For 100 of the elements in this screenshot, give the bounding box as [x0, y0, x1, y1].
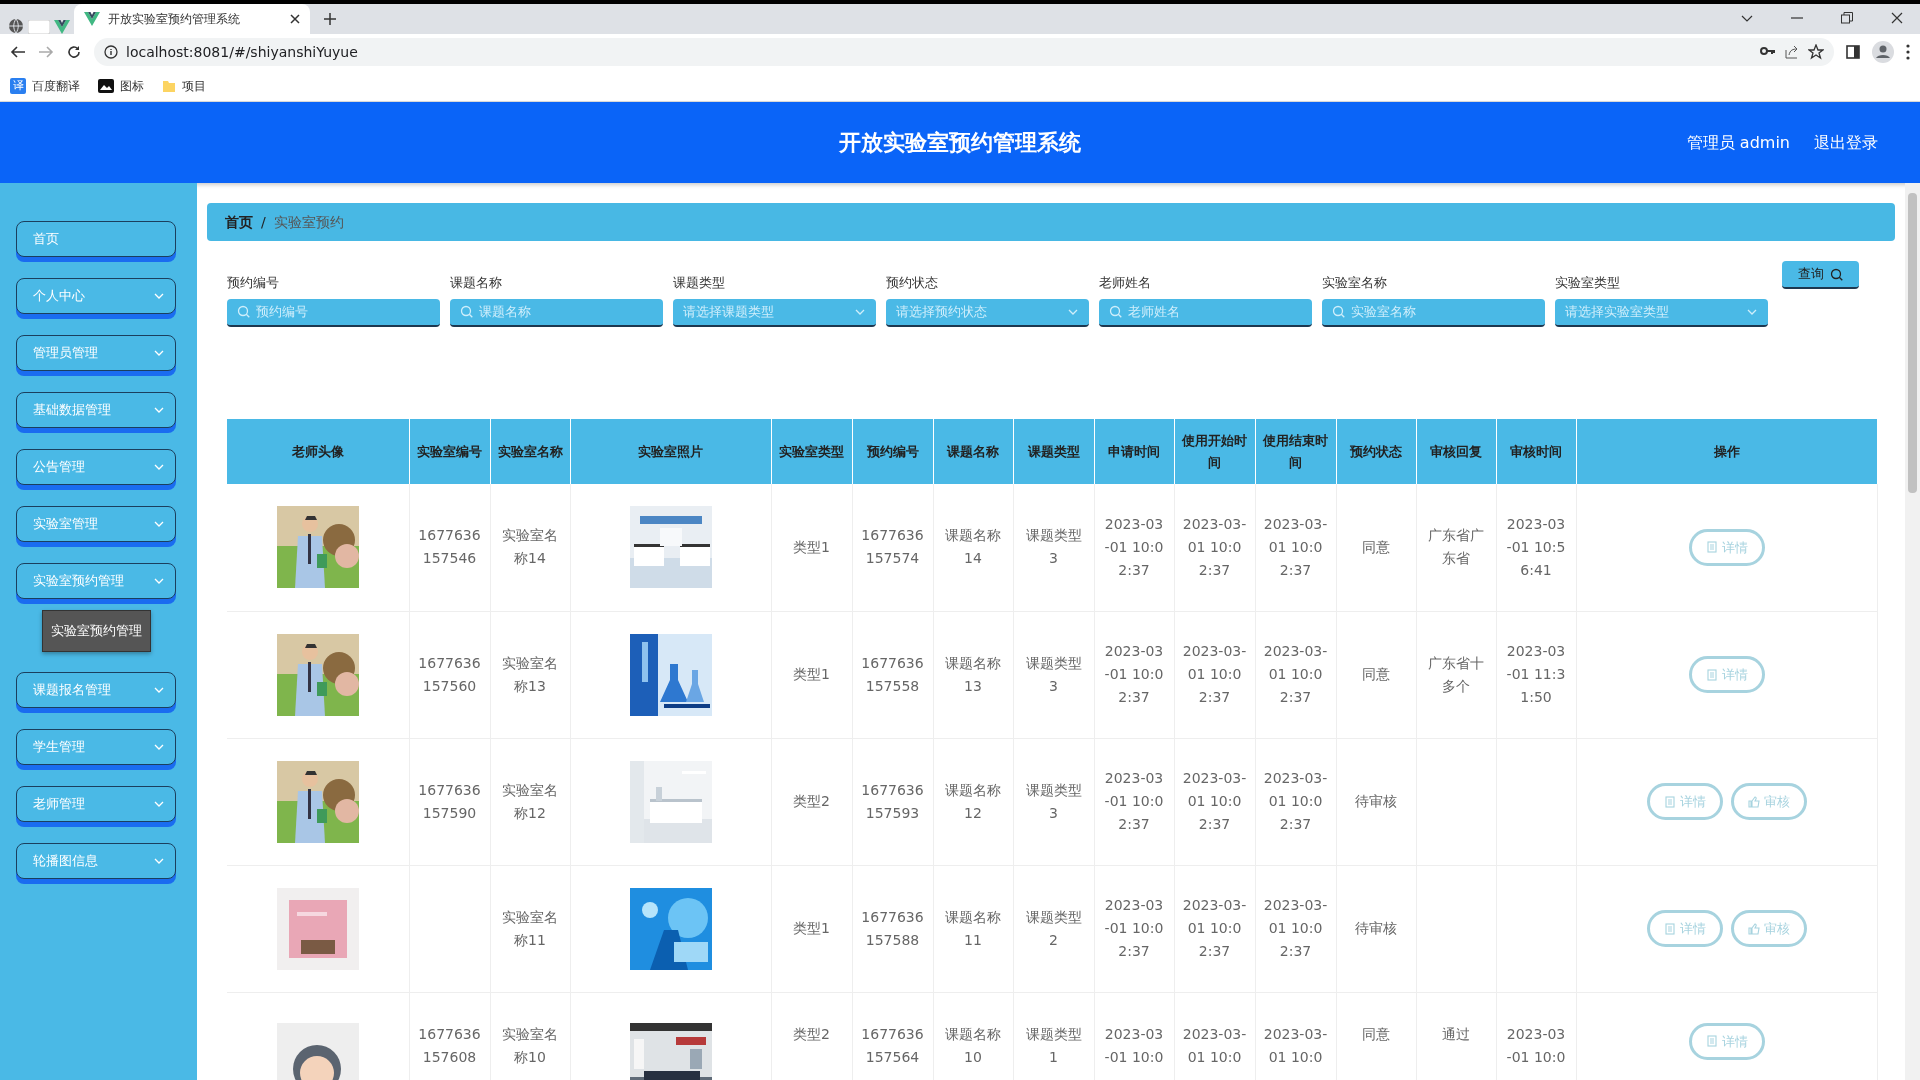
side-panel-icon[interactable]	[1846, 45, 1860, 59]
breadcrumb-separator: /	[261, 212, 266, 232]
column-header: 预约状态	[1336, 419, 1416, 484]
table-cell: 实验室名称13	[502, 654, 558, 694]
table-cell: 2023-03-01 11:31:50	[1506, 643, 1566, 705]
url-text: localhost:8081/#/shiyanshiYuyue	[126, 42, 359, 62]
table-cell: 课题名称14	[945, 527, 1001, 567]
user-label: 管理员 admin	[1686, 131, 1790, 154]
detail-button[interactable]: 详情	[1688, 1022, 1765, 1060]
input-field[interactable]: 老师姓名	[1099, 298, 1312, 327]
reload-icon[interactable]	[66, 44, 82, 60]
select-field[interactable]: 请选择课题类型	[673, 298, 876, 327]
column-header: 课题名称	[933, 419, 1013, 484]
document-icon	[1663, 922, 1676, 935]
review-button[interactable]: 审核	[1730, 910, 1807, 947]
input-field[interactable]: 预约编号	[227, 298, 440, 327]
table-cell: 1677636157574	[861, 527, 924, 567]
search-icon	[1829, 267, 1843, 281]
translate-icon: 译	[10, 77, 26, 94]
table-cell: 通过	[1442, 1025, 1470, 1042]
address-bar[interactable]: localhost:8081/#/shiyanshiYuyue	[94, 38, 1834, 66]
image-icon	[98, 78, 114, 93]
column-header: 老师头像	[227, 419, 409, 484]
input-field[interactable]: 课题名称	[450, 298, 663, 327]
scrollbar[interactable]	[1905, 183, 1920, 1080]
table-cell: 1677636157608	[418, 1025, 481, 1065]
document-icon	[1663, 795, 1676, 808]
tooltip: 实验室预约管理	[42, 610, 151, 652]
table-cell: 2023-03-01 10:02:37	[1182, 515, 1247, 578]
detail-button[interactable]: 详情	[1688, 528, 1765, 566]
input-field[interactable]: 实验室名称	[1322, 298, 1545, 327]
search-icon	[237, 305, 250, 318]
table-cell: 2023-03-01 10:02:37	[1104, 897, 1164, 959]
column-header: 实验室编号	[409, 419, 490, 484]
info-icon[interactable]	[104, 45, 118, 59]
logout-link[interactable]: 退出登录	[1814, 130, 1878, 155]
column-header: 课题类型	[1013, 419, 1094, 484]
share-icon[interactable]	[1784, 44, 1800, 60]
field-label: 课题类型	[673, 274, 726, 292]
table-cell: 2023-03-01 10:02:37	[1263, 643, 1328, 705]
profile-icon[interactable]	[1872, 41, 1894, 63]
bookmark[interactable]: 译 百度翻译	[10, 76, 80, 95]
detail-button[interactable]: 详情	[1688, 656, 1765, 693]
review-button[interactable]: 审核	[1730, 783, 1807, 820]
scrollbar-thumb[interactable]	[1908, 193, 1917, 493]
search-icon	[460, 305, 473, 318]
table-cell: 广东省十多个	[1428, 654, 1484, 694]
more-icon[interactable]	[1906, 44, 1910, 60]
table-cell: 课题类型3	[1025, 527, 1082, 567]
table-cell: 2023-03-01 10:02:37	[1182, 643, 1247, 705]
table-cell: 类型1	[793, 666, 830, 682]
column-header: 实验室类型	[771, 419, 852, 484]
v-logo-icon[interactable]	[54, 20, 70, 34]
table-cell: 待审核	[1355, 920, 1397, 936]
star-icon[interactable]	[1808, 44, 1824, 60]
column-header: 预约编号	[852, 419, 933, 484]
browser-tab[interactable]: 开放实验室预约管理系统	[74, 4, 310, 34]
back-icon[interactable]	[10, 44, 26, 60]
table-cell: 2023-03-01 10:0	[1263, 1025, 1328, 1065]
table-cell: 类型2	[793, 793, 830, 809]
new-tab-icon[interactable]	[324, 13, 336, 25]
table-cell: 2023-03-01 10:02:37	[1104, 643, 1164, 705]
select-field[interactable]: 请选择预约状态	[886, 298, 1089, 327]
field-label: 实验室类型	[1555, 274, 1621, 292]
query-button[interactable]: 查询	[1781, 261, 1859, 289]
close-icon[interactable]	[1891, 12, 1903, 24]
field-label: 老师姓名	[1099, 274, 1152, 292]
table-cell: 课题名称11	[945, 908, 1001, 948]
table-cell: 2023-03-01 10:56:41	[1506, 515, 1566, 578]
table-cell: 2023-03-01 10:02:37	[1104, 515, 1164, 578]
globe-icon[interactable]	[8, 18, 24, 34]
breadcrumb-item[interactable]: 首页	[225, 211, 253, 233]
table-cell: 类型1	[793, 920, 830, 936]
bookmark[interactable]: 项目	[162, 76, 206, 95]
detail-button[interactable]: 详情	[1646, 783, 1723, 820]
table-cell: 2023-03-01 10:02:37	[1182, 770, 1247, 832]
table-cell: 2023-03-01 10:02:37	[1263, 770, 1328, 832]
table-cell: 课题类型1	[1025, 1025, 1082, 1065]
table-cell: 2023-03-01 10:02:37	[1182, 897, 1247, 959]
bookmark[interactable]: 图标	[98, 76, 144, 95]
table-cell: 1677636157558	[861, 654, 924, 694]
table-cell: 1677636157560	[418, 654, 481, 694]
column-header: 审核时间	[1496, 419, 1576, 484]
search-icon	[1109, 305, 1122, 318]
column-header: 实验室照片	[570, 419, 771, 484]
restore-icon[interactable]	[1841, 12, 1853, 24]
field-label: 预约状态	[886, 274, 939, 292]
table-cell: 广东省广东省	[1428, 527, 1484, 567]
table-cell: 同意	[1362, 1025, 1390, 1042]
table-cell: 课题名称12	[945, 781, 1001, 821]
table-cell: 1677636157593	[861, 781, 924, 821]
select-field[interactable]: 请选择实验室类型	[1555, 298, 1768, 327]
detail-button[interactable]: 详情	[1646, 910, 1723, 947]
table-cell: 待审核	[1355, 793, 1397, 809]
field-label: 预约编号	[227, 274, 280, 292]
close-icon[interactable]	[290, 14, 300, 24]
field-label: 课题名称	[450, 274, 503, 292]
breadcrumb-item: 实验室预约	[273, 212, 344, 232]
table-cell: 课题名称13	[945, 654, 1001, 694]
v-logo-icon	[84, 12, 100, 26]
